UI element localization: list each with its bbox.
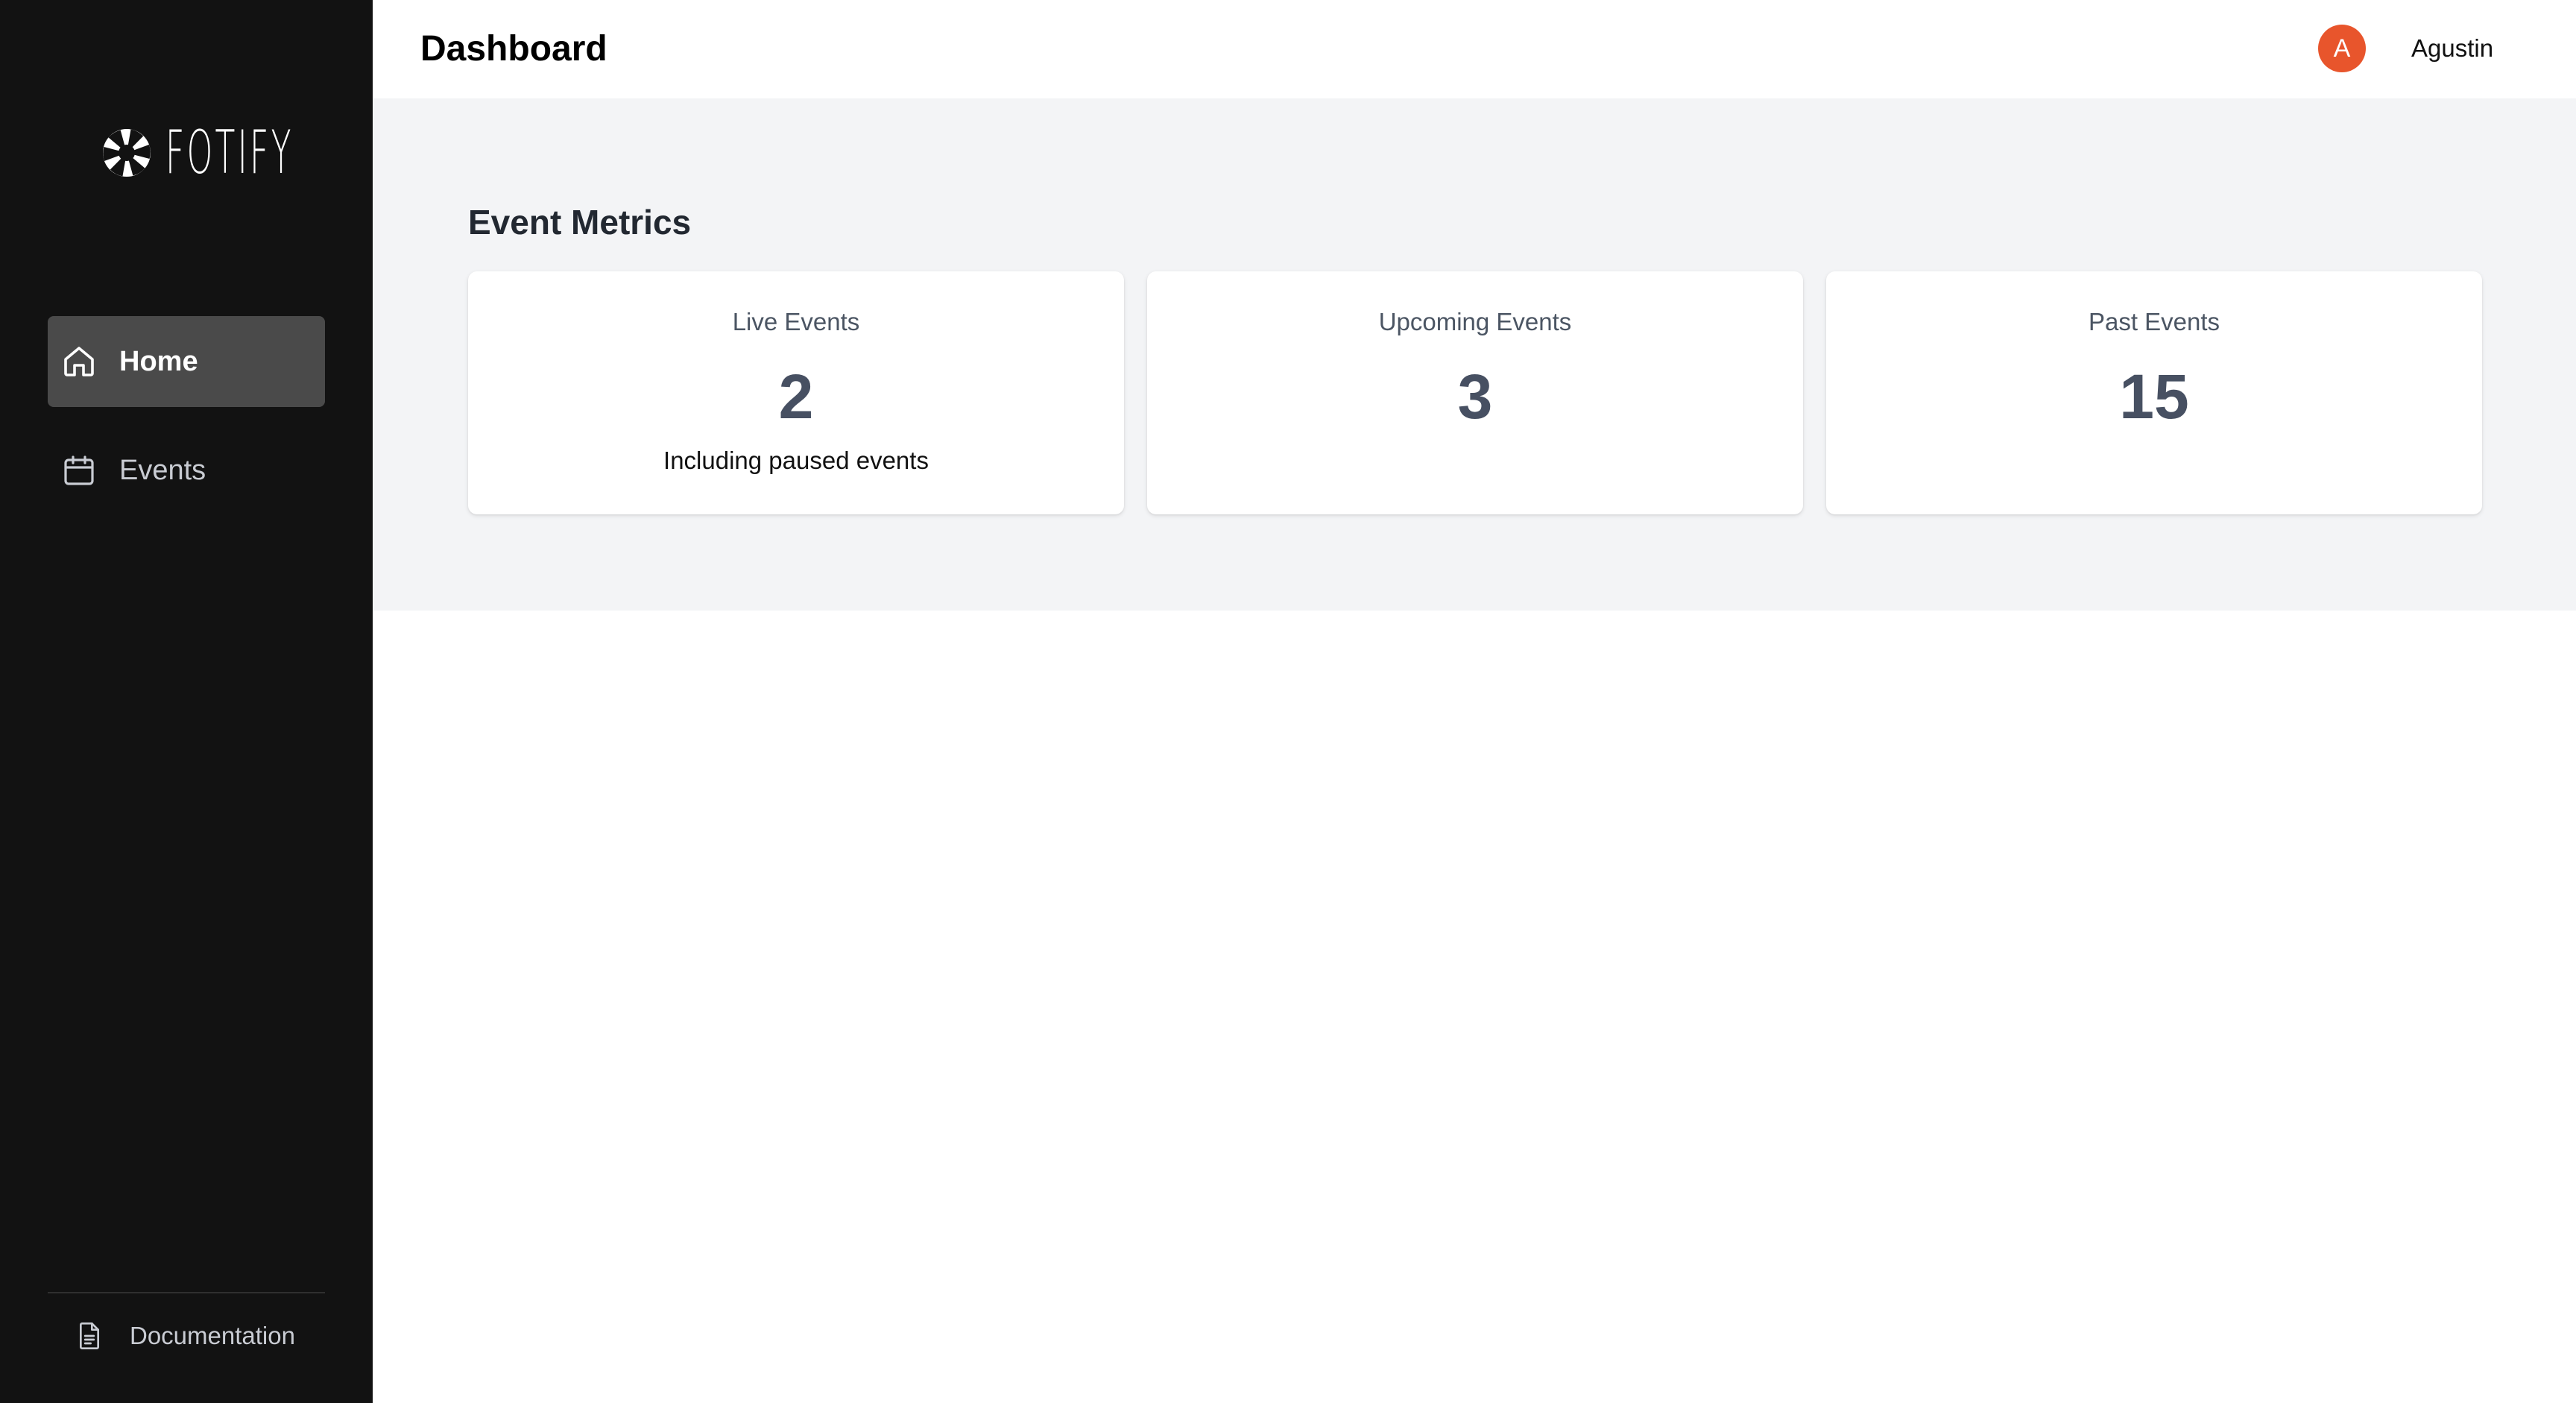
metric-label: Past Events [2088, 308, 2220, 335]
metric-card-upcoming-events: Upcoming Events 3 [1147, 271, 1803, 514]
metric-value: 15 [2119, 362, 2189, 432]
event-metrics-section: Event Metrics Live Events 2 Including pa… [373, 98, 2576, 611]
app-logo[interactable]: FOTIFY [101, 119, 398, 186]
metric-note: Including paused events [663, 447, 929, 474]
user-name[interactable]: Agustin [2411, 33, 2493, 64]
sidebar-item-label: Events [119, 454, 206, 486]
sidebar: FOTIFY Home Events Documentation [0, 0, 373, 1403]
metric-label: Live Events [732, 308, 860, 335]
sidebar-divider [48, 1292, 325, 1293]
section-title: Event Metrics [468, 203, 692, 242]
documentation-link[interactable]: Documentation [75, 1316, 295, 1356]
documentation-label: Documentation [130, 1322, 295, 1349]
sidebar-item-home[interactable]: Home [48, 316, 325, 407]
metric-card-live-events: Live Events 2 Including paused events [468, 271, 1124, 514]
metric-value: 2 [778, 362, 814, 432]
logo-text: FOTIFY [165, 118, 294, 187]
app-root: FOTIFY Home Events Documentation Dashboa… [0, 0, 2576, 1403]
page-title: Dashboard [420, 29, 607, 69]
metric-value: 3 [1457, 362, 1493, 432]
top-header: Dashboard A Agustin [373, 0, 2576, 98]
document-icon [80, 1322, 99, 1349]
metric-label: Upcoming Events [1378, 308, 1572, 335]
metric-card-past-events: Past Events 15 [1826, 271, 2482, 514]
sidebar-item-events[interactable]: Events [48, 425, 325, 516]
sidebar-item-label: Home [119, 345, 198, 377]
avatar[interactable]: A [2318, 25, 2366, 72]
aperture-icon [103, 129, 151, 177]
calendar-icon [64, 455, 94, 485]
home-icon [64, 347, 94, 376]
